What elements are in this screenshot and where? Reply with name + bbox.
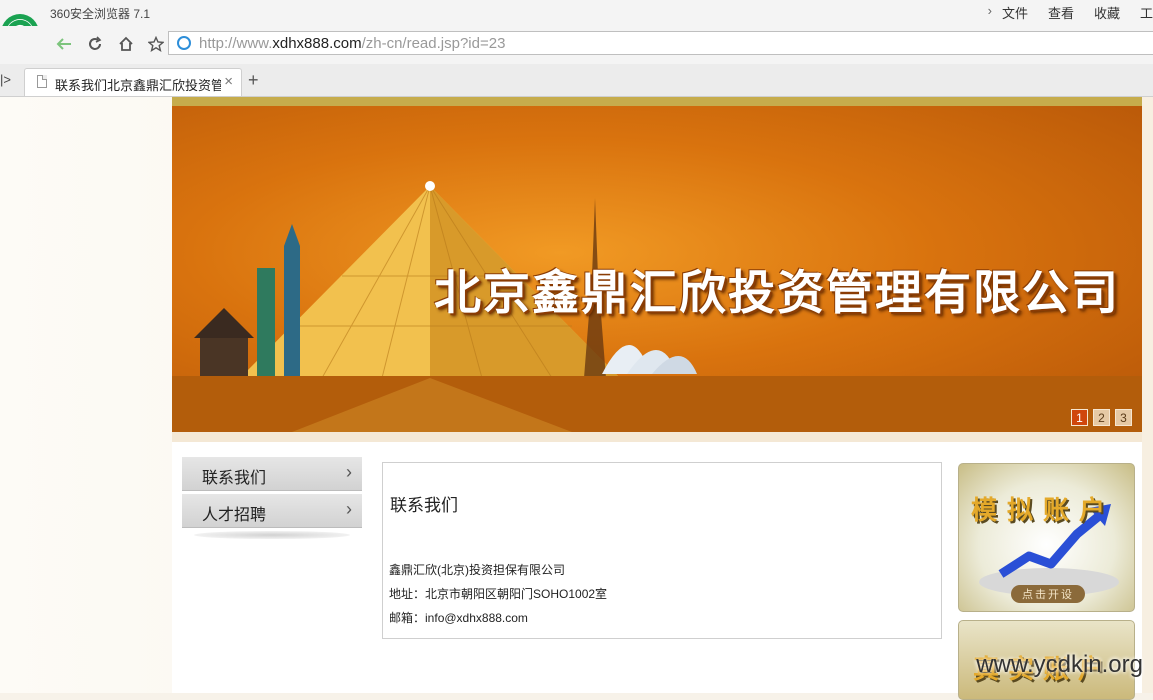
address-bar[interactable]: http://www.xdhx888.com/zh-cn/read.jsp?id… [168, 31, 1153, 55]
slide-3-button[interactable]: 3 [1115, 409, 1132, 426]
page-icon [37, 75, 47, 88]
browser-menu: › 文件 查看 收藏 工 [988, 3, 1153, 22]
watermark: www.ycdkin.org [976, 651, 1143, 678]
home-icon [119, 36, 133, 51]
back-arrow-icon [56, 38, 71, 50]
menu-file[interactable]: 文件 [1002, 3, 1028, 22]
demo-account-banner[interactable]: 模拟账户 点击开设 [958, 463, 1135, 612]
refresh-button[interactable] [83, 32, 107, 56]
chevron-right-icon: › [346, 499, 352, 519]
tab-bar: |> 联系我们北京鑫鼎汇欣投资管理 × + [0, 64, 1153, 97]
banner-title: 北京鑫鼎汇欣投资管理有限公司 [434, 266, 1120, 321]
browser-navbar: http://www.xdhx888.com/zh-cn/read.jsp?id… [0, 26, 1153, 65]
browser-app-title: 360安全浏览器 7.1 [50, 7, 151, 21]
email-link[interactable]: info@xdhx888.com [425, 611, 528, 625]
browser-titlebar: 360安全浏览器 7.1 › 文件 查看 收藏 工 [0, 0, 1153, 52]
left-nav: 联系我们 › 人才招聘 › [182, 457, 362, 539]
star-icon [148, 36, 164, 52]
left-nav-item-jobs[interactable]: 人才招聘 › [182, 494, 362, 528]
left-nav-item-label: 联系我们 [202, 470, 267, 487]
company-name: 鑫鼎汇欣(北京)投资担保有限公司 [389, 563, 565, 577]
slide-1-button[interactable]: 1 [1071, 409, 1088, 426]
tab-title: 联系我们北京鑫鼎汇欣投资管理 [55, 78, 221, 93]
left-nav-item-label: 人才招聘 [202, 507, 267, 524]
address-value: 北京市朝阳区朝阳门SOHO1002室 [425, 587, 608, 601]
globe-icon [177, 36, 191, 50]
email-line: 邮箱：info@xdhx888.com [389, 611, 528, 625]
contact-content-panel: 联系我们 鑫鼎汇欣(北京)投资担保有限公司 地址：北京市朝阳区朝阳门SOHO10… [382, 462, 942, 639]
menu-view[interactable]: 查看 [1048, 3, 1074, 22]
left-nav-item-contact[interactable]: 联系我们 › [182, 457, 362, 491]
open-account-button[interactable]: 点击开设 [1011, 585, 1085, 603]
promo-title: 模拟账户 [971, 495, 1116, 525]
new-tab-button[interactable]: + [248, 70, 259, 91]
banner-divider [172, 432, 1142, 442]
site-container: 北京鑫鼎汇欣投资管理有限公司 1 2 3 联系我们 › 人才招聘 › 联系我们 … [172, 97, 1142, 700]
address-line: 地址：北京市朝阳区朝阳门SOHO1002室 [389, 587, 608, 601]
favorite-button[interactable] [144, 32, 168, 56]
banner-pager: 1 2 3 [1066, 409, 1132, 426]
refresh-icon [89, 36, 102, 50]
chevron-right-icon[interactable]: › [988, 3, 992, 22]
nav-shadow [194, 531, 350, 539]
slide-2-button[interactable]: 2 [1093, 409, 1110, 426]
back-button[interactable] [52, 32, 76, 56]
home-button[interactable] [114, 32, 138, 56]
menu-favorites[interactable]: 收藏 [1094, 3, 1120, 22]
content-heading: 联系我们 [390, 496, 458, 515]
menu-tools[interactable]: 工 [1140, 3, 1153, 22]
tab-close-icon[interactable]: × [224, 73, 233, 90]
sidebar-toggle-icon[interactable]: |> [0, 72, 11, 87]
tab-active[interactable]: 联系我们北京鑫鼎汇欣投资管理 × [24, 68, 242, 96]
top-strip [172, 97, 1142, 106]
banner-slideshow[interactable]: 北京鑫鼎汇欣投资管理有限公司 1 2 3 [172, 106, 1142, 432]
address-url[interactable]: http://www.xdhx888.com/zh-cn/read.jsp?id… [199, 35, 505, 52]
chevron-right-icon: › [346, 462, 352, 482]
